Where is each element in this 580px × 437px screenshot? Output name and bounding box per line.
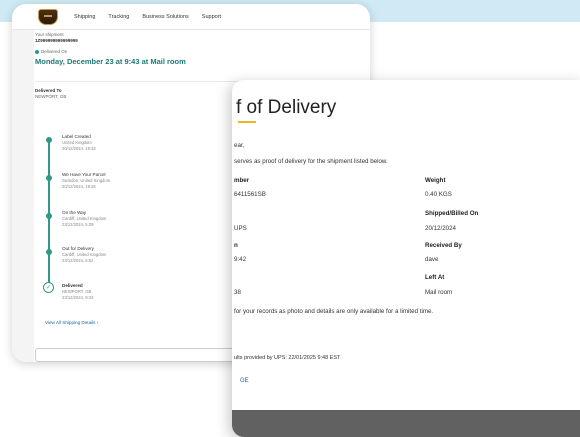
footer-bar: [232, 410, 580, 437]
shipment-summary: Your shipment 1Z999999999999999 Delivere…: [35, 32, 355, 66]
timeline-line: [48, 138, 50, 286]
tracking-number: 1Z999999999999999: [35, 38, 78, 43]
view-all-shipping-details-link[interactable]: View All Shipping Details ›: [45, 320, 98, 325]
timeline-dot: [46, 213, 52, 219]
tracking-value: 6411561SB: [234, 191, 266, 198]
title-underline: [238, 121, 256, 123]
timeline-event: Out for Delivery Cardiff, United Kingdom…: [62, 246, 202, 263]
shipped-label: Shipped/Billed On: [425, 210, 479, 217]
delivered-value: 9:42: [234, 256, 247, 263]
left-at-value: Mail room: [425, 289, 453, 296]
pod-title: f of Delivery: [236, 97, 337, 118]
delivered-to: Delivered To NEWPORT, GB: [35, 88, 66, 100]
tracking-label: mber: [234, 177, 250, 184]
event-date: 23/12/2024, 9:43: [62, 294, 94, 300]
pod-bottom-link[interactable]: GE: [240, 378, 249, 384]
event-date: 23/12/2024, 5:09: [62, 221, 94, 227]
pod-results: ults provided by UPS: 22/01/2025 9:48 ES…: [234, 355, 341, 361]
status-dot-icon: [35, 50, 39, 54]
weight-label: Weight: [425, 177, 446, 184]
timeline-event: Label Created United Kingdom 20/12/2024,…: [62, 134, 202, 151]
shipped-value: 20/12/2024: [425, 225, 456, 232]
left-at-label: Left At: [425, 274, 445, 281]
status-row: Delivered On: [35, 49, 355, 55]
pod-intro: serves as proof of delivery for the ship…: [234, 158, 388, 165]
view-all-label: View All Shipping Details: [45, 320, 96, 325]
pod-salutation: ear,: [234, 142, 245, 149]
proof-of-delivery-card: f of Delivery ear, serves as proof of de…: [232, 80, 580, 437]
nav-business-solutions[interactable]: Business Solutions: [142, 14, 188, 20]
delivery-headline: Monday, December 23 at 9:43 at Mail room: [35, 57, 186, 66]
nav-support[interactable]: Support: [202, 14, 221, 20]
event-date: 23/12/2024, 5:52: [62, 257, 94, 263]
event-date: 20/12/2024, 19:25: [62, 183, 96, 189]
timeline-dot: [46, 175, 52, 181]
nav-tracking[interactable]: Tracking: [108, 14, 129, 20]
location-value: 38: [234, 289, 241, 296]
event-date: 20/12/2024, 19:32: [62, 145, 96, 151]
status-text: Delivered On: [41, 49, 68, 54]
bottom-panel: [35, 348, 265, 362]
timeline-event: Delivered NEWPORT, GB 23/12/2024, 9:43: [62, 283, 202, 300]
service-value: UPS: [234, 225, 247, 232]
top-nav: Shipping Tracking Business Solutions Sup…: [12, 4, 370, 30]
received-label: Received By: [425, 242, 462, 249]
weight-value: 0.40 KGS: [425, 191, 452, 198]
delivered-to-value: NEWPORT, GB: [35, 94, 67, 99]
chevron-right-icon: ›: [96, 320, 99, 325]
left-strip: [12, 30, 34, 362]
received-value: dave: [425, 256, 439, 263]
timeline-dot: [46, 249, 52, 255]
timeline-event: We Have Your Parcel Swindon, United King…: [62, 172, 202, 189]
ups-logo-icon[interactable]: [38, 8, 58, 25]
timeline-dot: [46, 137, 52, 143]
nav-shipping[interactable]: Shipping: [74, 14, 95, 20]
delivered-check-icon: ✓: [43, 282, 54, 293]
delivered-label: n: [234, 242, 238, 249]
pod-note: for your records as photo and details ar…: [234, 308, 434, 315]
timeline-event: On the Way Cardiff, United Kingdom 23/12…: [62, 210, 202, 227]
